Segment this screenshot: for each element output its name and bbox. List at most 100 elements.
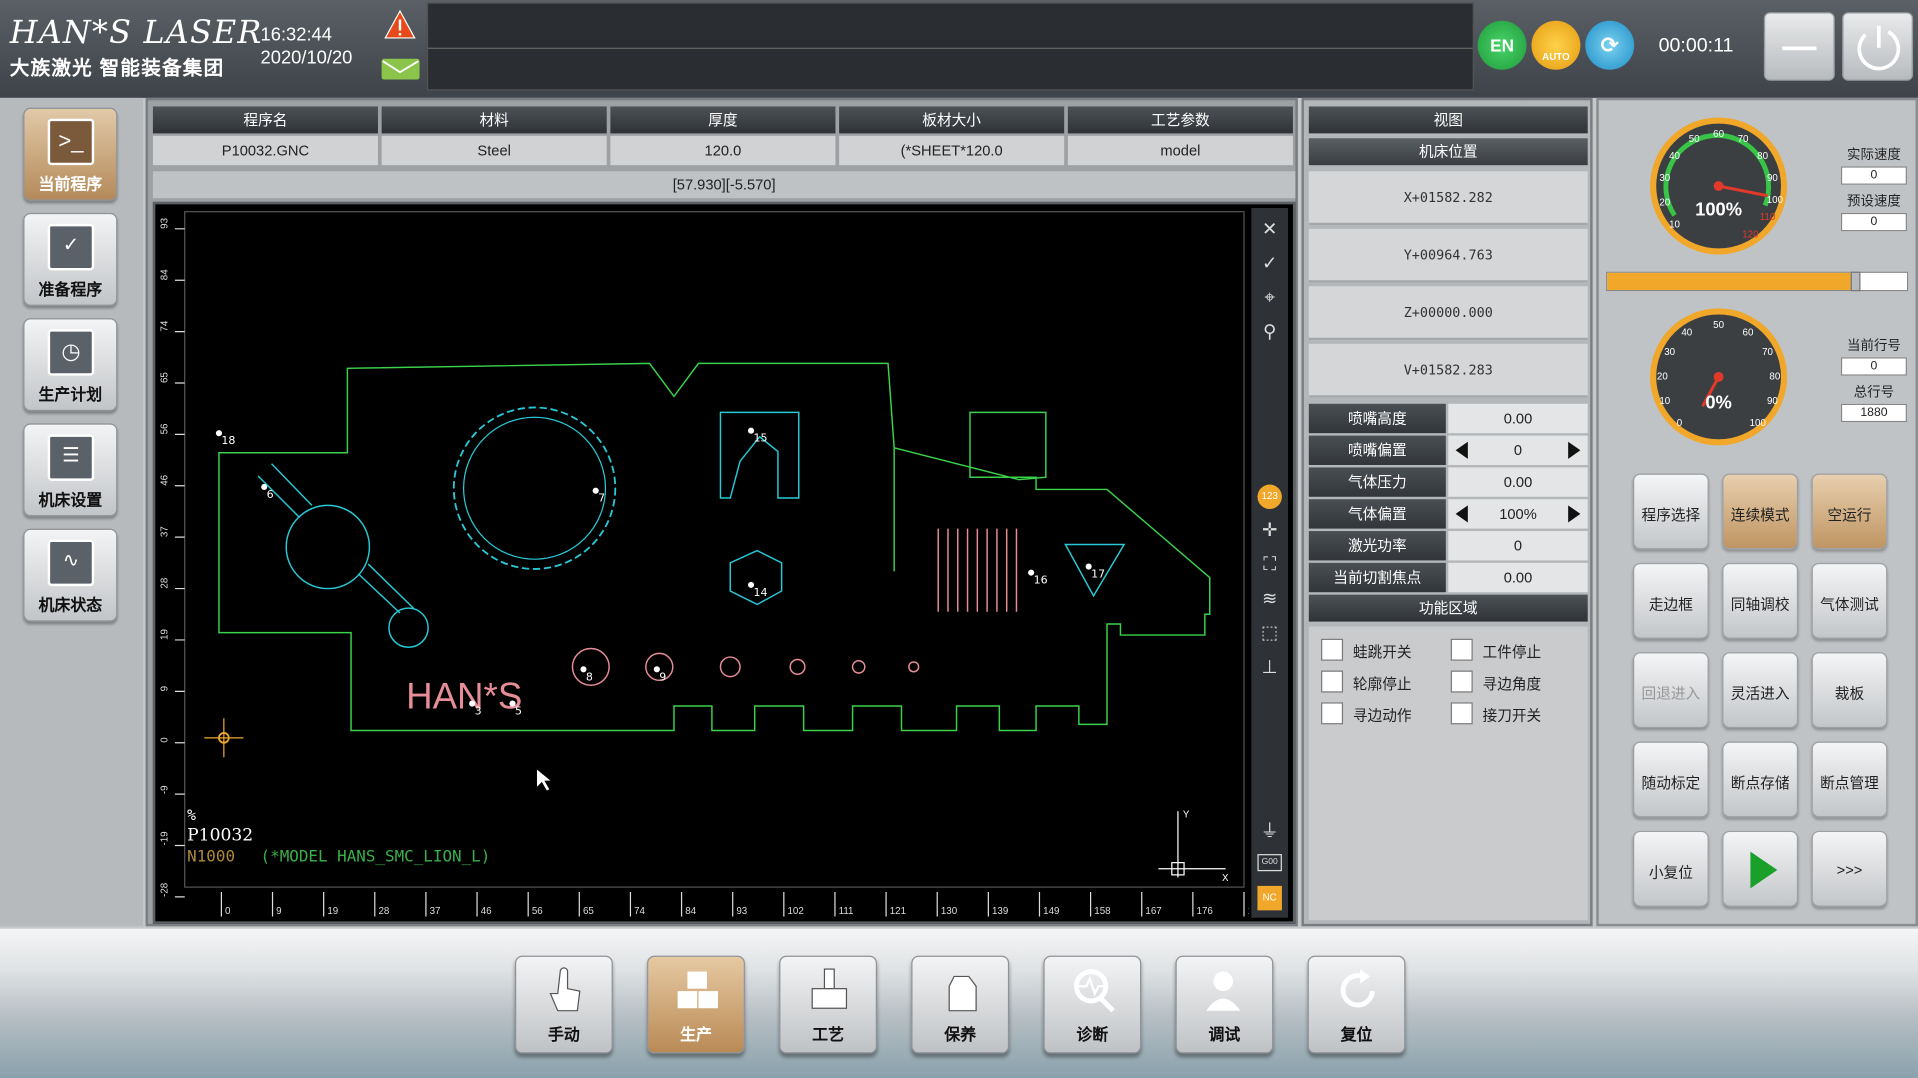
nav-machine-settings[interactable]: ☰ 机床设置 [23, 423, 118, 517]
close-icon[interactable]: ✕ [1257, 218, 1281, 242]
zoom-fit-icon[interactable]: ⛶ [1257, 553, 1281, 577]
nav-machine-status[interactable]: ∿ 机床状态 [23, 528, 118, 622]
gauge-tick: 20 [1659, 198, 1670, 209]
auto-mode-icon[interactable]: AUTO [1531, 20, 1581, 70]
start-button[interactable] [1722, 830, 1799, 907]
nav-production-plan[interactable]: ◷ 生产计划 [23, 318, 118, 412]
header-thickness: 厚度 [610, 106, 836, 134]
bottom-reset-button[interactable]: 复位 [1307, 955, 1406, 1054]
nav-prepare-program[interactable]: ✓ 准备程序 [23, 212, 118, 306]
right-action-button[interactable]: 程序选择 [1632, 473, 1709, 550]
measure-icon[interactable]: ⊥ [1257, 656, 1281, 680]
laser-head-icon[interactable]: ⏚ [1257, 820, 1281, 844]
right-action-button[interactable]: 裁板 [1811, 652, 1888, 729]
checkbox-edge-angle[interactable] [1450, 670, 1473, 693]
right-action-button[interactable]: 随动标定 [1632, 741, 1709, 818]
button-label: 灵活进入 [1730, 685, 1790, 703]
param-value[interactable]: 100% [1448, 499, 1588, 529]
warning-icon[interactable] [384, 9, 416, 39]
button-label: >>> [1836, 861, 1863, 879]
auto-label: AUTO [1542, 51, 1570, 63]
select-box-icon[interactable]: ⬚ [1257, 622, 1281, 646]
param-value[interactable]: 0 [1448, 435, 1588, 465]
hand-icon [549, 967, 581, 1012]
number-toggle-button[interactable]: 123 [1257, 484, 1282, 510]
message-icon[interactable] [381, 58, 420, 80]
gauge-tick: 30 [1659, 173, 1670, 184]
right-action-button[interactable]: 气体测试 [1811, 562, 1888, 639]
right-action-button[interactable]: 空运行 [1811, 473, 1888, 550]
nav-label: 准备程序 [38, 280, 103, 299]
gauge-tick: 20 [1657, 371, 1668, 382]
part-drawing: 93847465564637281990-9-19-28 0 9 19 28 37 46 5… [160, 211, 1249, 917]
increase-arrow-icon[interactable] [1568, 441, 1581, 459]
speed-gauge: 100% 10 20 30 40 50 60 70 80 90 100 110 … [1650, 117, 1788, 255]
gauge-tick: 60 [1743, 327, 1754, 338]
line-percent: 0% [1705, 392, 1732, 413]
clock-doc-icon: ◷ [47, 329, 95, 376]
machine-position-tab[interactable]: 机床位置 [1308, 138, 1588, 166]
nc-button[interactable]: NC [1257, 885, 1282, 911]
right-action-button[interactable]: 灵活进入 [1722, 652, 1799, 729]
terminal-icon: >_ [47, 118, 95, 166]
button-label: 裁板 [1834, 685, 1865, 703]
gauge-tick: 0 [1677, 418, 1683, 429]
decrease-arrow-icon[interactable] [1455, 441, 1468, 459]
right-action-button[interactable]: 走边框 [1632, 562, 1709, 639]
slider-handle[interactable] [1850, 271, 1861, 292]
bottom-process-button[interactable]: 工艺 [779, 955, 878, 1054]
param-label: 喷嘴偏置 [1308, 435, 1446, 465]
axis-x-label: X [1222, 873, 1229, 884]
actual-speed-value: 0 [1840, 166, 1907, 185]
gauge-tick: 50 [1713, 320, 1724, 331]
cutting-canvas[interactable]: 93 84 74 65 56 46 37 28 19 9 0 -9 -19 -28 0 9 19 28 37 46 5… [152, 201, 1296, 924]
minimize-button[interactable] [1763, 12, 1835, 81]
checkbox-workpiece-stop[interactable] [1450, 638, 1473, 661]
bicycle-icon[interactable]: ⚲ [1257, 321, 1281, 345]
g00-button[interactable]: G00 [1257, 854, 1282, 872]
ruler-y-tick: 9 [160, 686, 171, 691]
check-icon[interactable]: ✓ [1257, 252, 1281, 276]
nav-label: 当前程序 [38, 174, 103, 194]
decrease-arrow-icon[interactable] [1455, 505, 1468, 523]
checkbox-label: 轮廓停止 [1352, 675, 1412, 693]
nav-current-program[interactable]: >_ 当前程序 [23, 107, 118, 201]
param-laser-power: 激光功率 0 [1308, 531, 1588, 561]
cut-logo-text: HAN*S [406, 675, 522, 716]
param-gas-pressure: 气体压力 0.00 [1308, 467, 1588, 497]
right-action-button[interactable]: 断点管理 [1811, 741, 1888, 818]
right-action-button[interactable]: 回退进入 [1632, 652, 1709, 729]
right-action-button[interactable]: 连续模式 [1722, 473, 1799, 550]
function-area-title: 功能区域 [1308, 594, 1588, 622]
language-button[interactable]: EN [1477, 20, 1527, 70]
part-label: 3 [475, 705, 482, 718]
ruler-y-tick: 93 [160, 218, 171, 229]
nc-program-name: P10032 [187, 825, 254, 846]
right-action-button[interactable]: 断点存储 [1722, 741, 1799, 818]
increase-arrow-icon[interactable] [1568, 505, 1581, 523]
position-y: Y+00964.763 [1308, 228, 1588, 283]
right-action-button[interactable]: >>> [1811, 830, 1888, 907]
bottom-production-button[interactable]: 生产 [647, 955, 745, 1054]
sync-icon[interactable]: ⟳ [1585, 20, 1635, 70]
checkbox-leapfrog[interactable] [1321, 638, 1344, 661]
crosshair-icon[interactable]: ✛ [1257, 519, 1281, 543]
power-button[interactable] [1842, 12, 1914, 81]
part-label: 18 [221, 434, 235, 447]
bottom-diagnose-button[interactable]: 诊断 [1043, 955, 1142, 1054]
bottom-manual-button[interactable]: 手动 [514, 955, 613, 1054]
checkbox-joint-switch[interactable] [1450, 702, 1473, 725]
speed-slider[interactable] [1606, 271, 1909, 292]
checkbox-contour-stop[interactable] [1321, 670, 1344, 693]
pin-icon[interactable]: ⌖ [1257, 286, 1281, 310]
gauge-tick: 30 [1664, 347, 1675, 358]
bottom-maintenance-button[interactable]: 保养 [911, 955, 1010, 1054]
checkbox-edge-action[interactable] [1321, 702, 1344, 725]
mouse-cursor-icon [536, 769, 551, 791]
layers-icon[interactable]: ≋ [1257, 587, 1281, 611]
bottom-debug-button[interactable]: 调试 [1175, 955, 1274, 1054]
gauge-tick: 10 [1659, 396, 1670, 407]
right-action-button[interactable]: 同轴调校 [1722, 562, 1799, 639]
right-action-button[interactable]: 小复位 [1632, 830, 1709, 907]
gauge-tick: 80 [1769, 371, 1780, 382]
